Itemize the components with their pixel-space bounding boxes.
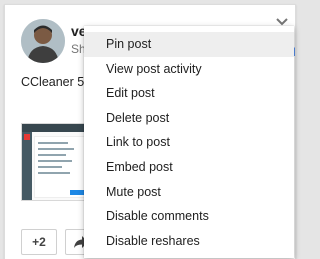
menu-item-link-to-post[interactable]: Link to post xyxy=(84,130,294,155)
menu-item-mute-post[interactable]: Mute post xyxy=(84,180,294,205)
thumbnail-line xyxy=(38,166,62,168)
menu-item-delete-post[interactable]: Delete post xyxy=(84,106,294,131)
menu-item-embed-post[interactable]: Embed post xyxy=(84,155,294,180)
thumbnail-titlebar xyxy=(22,124,88,132)
thumbnail-line xyxy=(38,148,74,150)
thumbnail-logo xyxy=(24,134,30,140)
menu-item-pin-post[interactable]: Pin post xyxy=(84,32,294,57)
menu-item-edit-post[interactable]: Edit post xyxy=(84,81,294,106)
post-options-menu: Pin post View post activity Edit post Delet… xyxy=(84,26,294,258)
thumbnail-button xyxy=(70,190,84,195)
post-image-thumbnail[interactable] xyxy=(21,123,89,201)
thumbnail-line xyxy=(38,154,66,156)
thumbnail-line xyxy=(38,172,70,174)
thumbnail-line xyxy=(38,160,72,162)
plus-one-button[interactable]: +2 xyxy=(21,229,57,255)
menu-item-disable-comments[interactable]: Disable comments xyxy=(84,204,294,229)
avatar-image xyxy=(21,19,65,63)
menu-item-view-post-activity[interactable]: View post activity xyxy=(84,57,294,82)
menu-item-disable-reshares[interactable]: Disable reshares xyxy=(84,229,294,254)
thumbnail-line xyxy=(38,142,68,144)
avatar[interactable] xyxy=(21,19,65,63)
thumbnail-sidebar xyxy=(22,132,32,200)
